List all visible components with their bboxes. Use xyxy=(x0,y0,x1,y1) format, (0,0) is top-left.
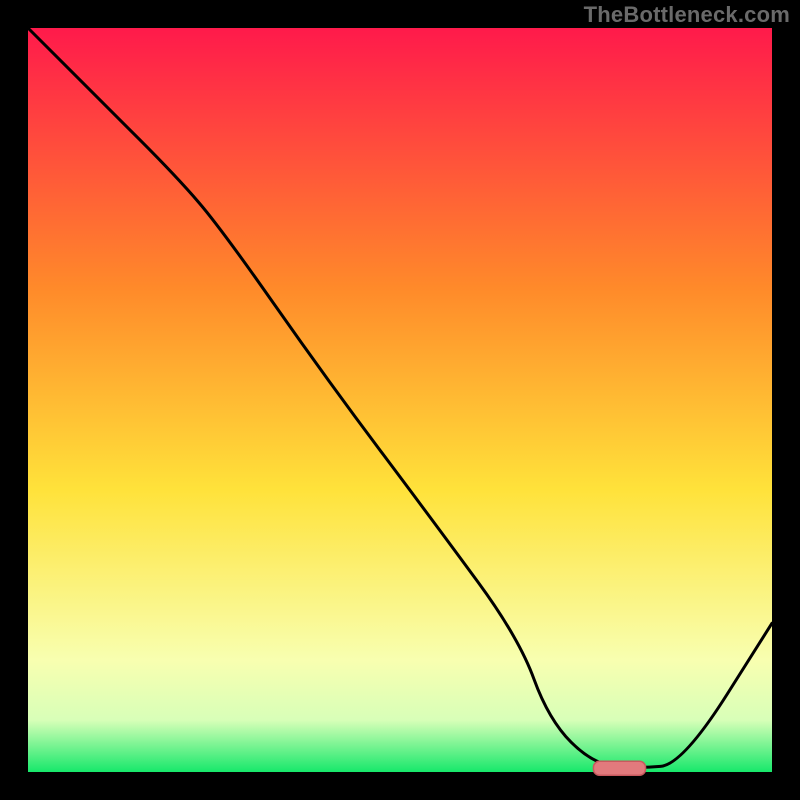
optimal-marker xyxy=(593,761,645,775)
chart-frame: { "watermark": "TheBottleneck.com", "col… xyxy=(0,0,800,800)
bottleneck-chart xyxy=(0,0,800,800)
